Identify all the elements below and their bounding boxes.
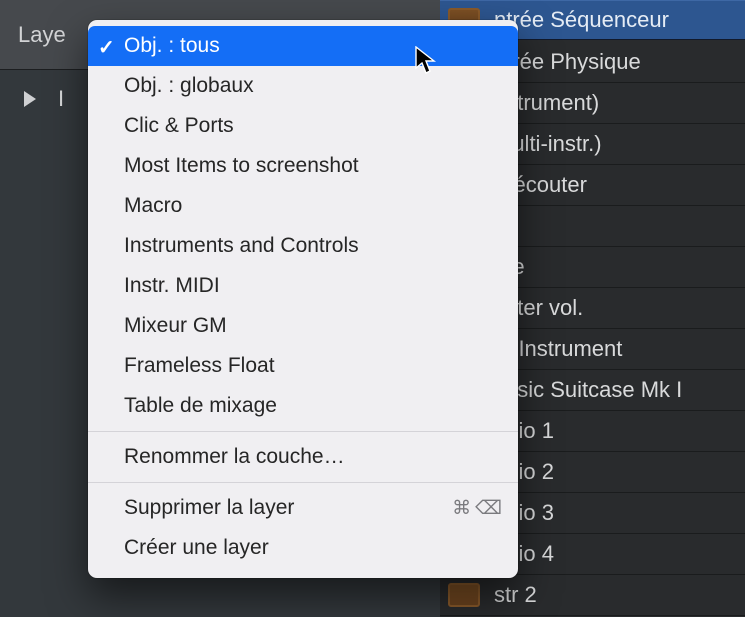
layer-context-menu[interactable]: ✓ Obj. : tous Obj. : globaux Clic & Ports Mo…: [88, 20, 518, 578]
menu-item-label: Instr. MIDI: [124, 274, 220, 298]
menu-item[interactable]: Instr. MIDI: [88, 266, 518, 306]
layer-dropdown-label: Laye: [18, 22, 66, 48]
folder-icon: [448, 583, 480, 607]
menu-item-label: Obj. : tous: [124, 34, 220, 58]
menu-item-label: Macro: [124, 194, 182, 218]
menu-item[interactable]: Créer une layer: [88, 528, 518, 568]
menu-item-label: Clic & Ports: [124, 114, 234, 138]
command-key-icon: ⌘: [452, 497, 471, 520]
menu-item[interactable]: Most Items to screenshot: [88, 146, 518, 186]
menu-item-label: Most Items to screenshot: [124, 154, 359, 178]
menu-item[interactable]: Supprimer la layer ⌘⌫: [88, 488, 518, 528]
tree-row-label: I: [58, 86, 64, 112]
menu-shortcut: ⌘⌫: [452, 497, 502, 520]
menu-item-label: Table de mixage: [124, 394, 277, 418]
right-header-label: ntrée Séquenceur: [494, 7, 669, 33]
menu-item[interactable]: Renommer la couche…: [88, 437, 518, 477]
menu-item-label: Renommer la couche…: [124, 445, 345, 469]
menu-item[interactable]: Instruments and Controls: [88, 226, 518, 266]
menu-item[interactable]: Macro: [88, 186, 518, 226]
list-item-label: str 2: [494, 582, 537, 608]
menu-item[interactable]: Obj. : globaux: [88, 66, 518, 106]
checkmark-icon: ✓: [98, 35, 115, 60]
menu-item-label: Obj. : globaux: [124, 74, 254, 98]
menu-separator: [88, 431, 518, 432]
menu-item-label: Créer une layer: [124, 536, 269, 560]
menu-item-label: Mixeur GM: [124, 314, 227, 338]
menu-item-label: Frameless Float: [124, 354, 275, 378]
menu-item-label: Supprimer la layer: [124, 496, 294, 520]
menu-item[interactable]: Frameless Float: [88, 346, 518, 386]
delete-key-icon: ⌫: [475, 497, 502, 520]
list-item-label: assic Suitcase Mk I: [494, 377, 682, 403]
menu-item-label: Instruments and Controls: [124, 234, 359, 258]
menu-separator: [88, 482, 518, 483]
menu-item[interactable]: Clic & Ports: [88, 106, 518, 146]
menu-item[interactable]: ✓ Obj. : tous: [88, 26, 518, 66]
list-item[interactable]: str 2: [440, 575, 745, 616]
menu-item[interactable]: Table de mixage: [88, 386, 518, 426]
menu-item[interactable]: Mixeur GM: [88, 306, 518, 346]
disclosure-arrow-icon[interactable]: [24, 91, 36, 107]
